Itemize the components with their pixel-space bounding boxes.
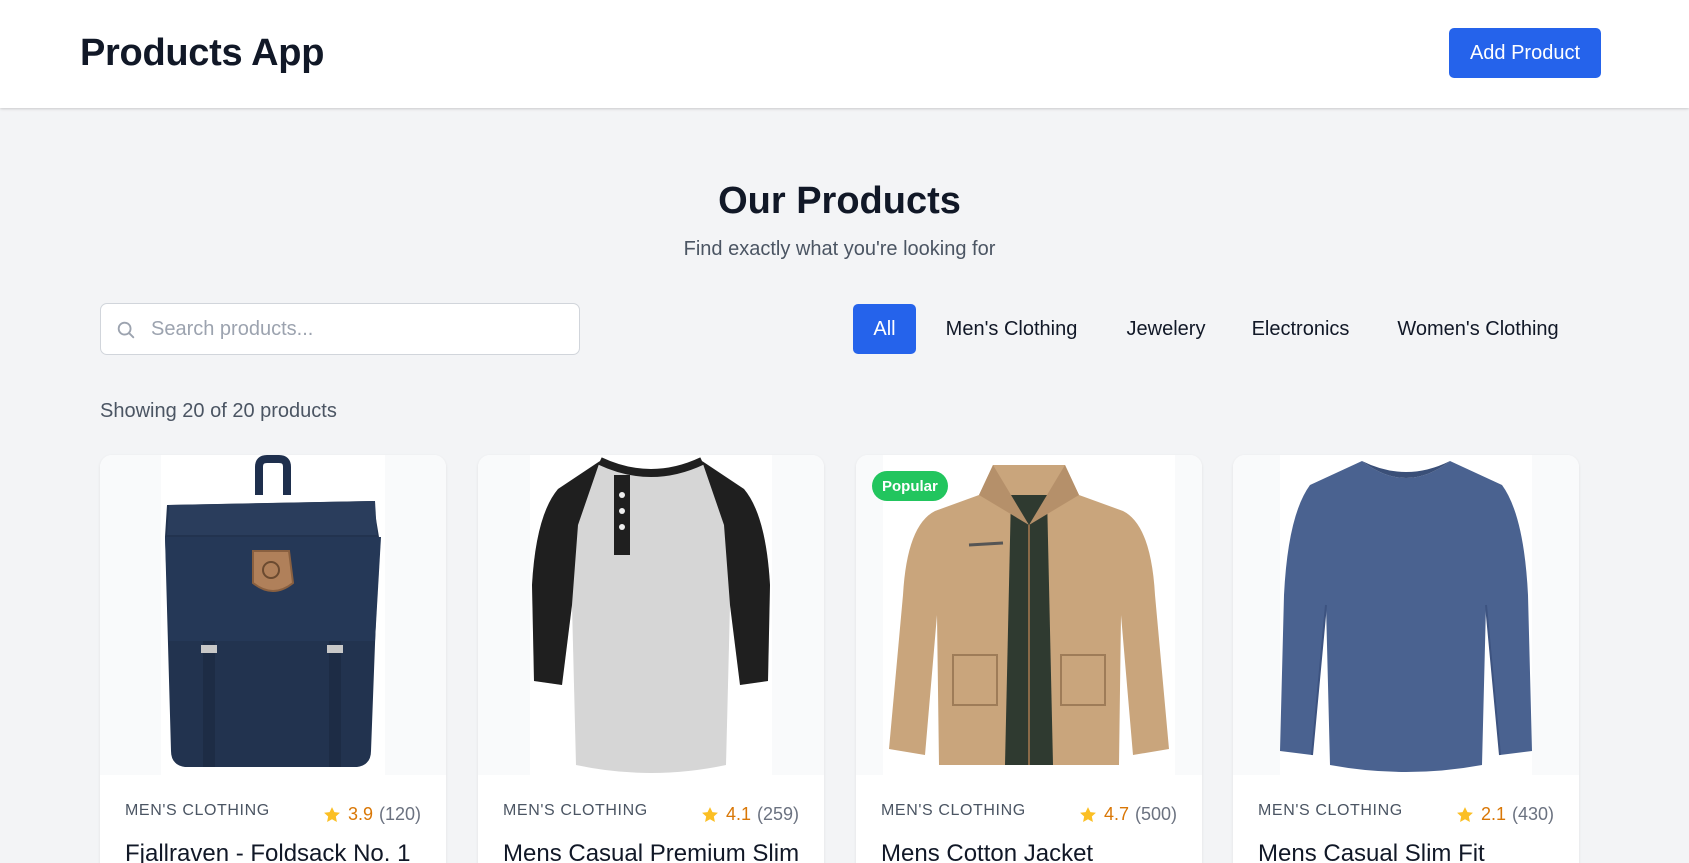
filter-jewelery[interactable]: Jewelery bbox=[1118, 304, 1214, 354]
product-title[interactable]: Fjallraven - Foldsack No. 1 bbox=[125, 840, 410, 863]
product-title[interactable]: Mens Casual Slim Fit bbox=[1258, 840, 1485, 863]
rating-score: 4.7 bbox=[1103, 804, 1129, 824]
filter-all[interactable]: All bbox=[853, 304, 916, 354]
top-navbar: Products App Add Product bbox=[0, 0, 1689, 108]
star-icon bbox=[702, 806, 718, 822]
product-image-area bbox=[856, 455, 1202, 775]
results-count: Showing 20 of 20 products bbox=[100, 400, 337, 422]
product-rating: 3.9 (120) bbox=[322, 804, 421, 825]
add-product-button[interactable]: Add Product bbox=[1449, 28, 1601, 78]
rating-score: 2.1 bbox=[1480, 804, 1506, 824]
star-icon bbox=[1080, 806, 1096, 822]
filter-mens-clothing[interactable]: Men's Clothing bbox=[934, 304, 1089, 354]
app-title: Products App bbox=[80, 32, 325, 74]
popular-badge: Popular bbox=[872, 471, 948, 501]
product-category: MEN'S CLOTHING bbox=[1258, 802, 1403, 819]
search-input[interactable] bbox=[151, 304, 571, 354]
search-icon bbox=[117, 321, 135, 339]
rating-score: 3.9 bbox=[347, 804, 373, 824]
product-title[interactable]: Mens Cotton Jacket bbox=[881, 840, 1093, 863]
product-card[interactable]: MEN'S CLOTHING 4.1 (259) Mens Casual Pre… bbox=[478, 455, 824, 863]
backpack-image-icon bbox=[165, 455, 381, 767]
raglan-shirt-image-icon bbox=[532, 457, 770, 773]
product-title[interactable]: Mens Casual Premium Slim bbox=[503, 840, 799, 863]
filter-electronics[interactable]: Electronics bbox=[1245, 304, 1356, 354]
rating-score: 4.1 bbox=[725, 804, 751, 824]
product-card[interactable]: MEN'S CLOTHING 3.9 (120) Fjallraven - Fo… bbox=[100, 455, 446, 863]
rating-count: (430) bbox=[1511, 804, 1554, 824]
star-icon bbox=[324, 806, 340, 822]
jacket-image-icon bbox=[889, 465, 1169, 765]
product-card[interactable]: MEN'S CLOTHING 2.1 (430) Mens Casual Sli… bbox=[1233, 455, 1579, 863]
product-category: MEN'S CLOTHING bbox=[881, 802, 1026, 819]
product-image-area bbox=[478, 455, 824, 775]
search-box bbox=[100, 303, 580, 355]
product-image-area bbox=[100, 455, 446, 775]
filter-womens-clothing[interactable]: Women's Clothing bbox=[1388, 304, 1568, 354]
rating-count: (500) bbox=[1134, 804, 1177, 824]
product-category: MEN'S CLOTHING bbox=[125, 802, 270, 819]
product-rating: 4.7 (500) bbox=[1078, 804, 1177, 825]
star-icon bbox=[1457, 806, 1473, 822]
product-image-area bbox=[1233, 455, 1579, 775]
product-rating: 2.1 (430) bbox=[1455, 804, 1554, 825]
product-rating: 4.1 (259) bbox=[700, 804, 799, 825]
product-category: MEN'S CLOTHING bbox=[503, 802, 648, 819]
long-sleeve-shirt-image-icon bbox=[1280, 461, 1532, 772]
product-card[interactable]: Popular MEN'S CLOTHING 4.7 (500) Mens Co… bbox=[856, 455, 1202, 863]
page-subtitle: Find exactly what you're looking for bbox=[683, 238, 996, 260]
page-title: Our Products bbox=[718, 180, 961, 222]
rating-count: (120) bbox=[378, 804, 421, 824]
rating-count: (259) bbox=[756, 804, 799, 824]
